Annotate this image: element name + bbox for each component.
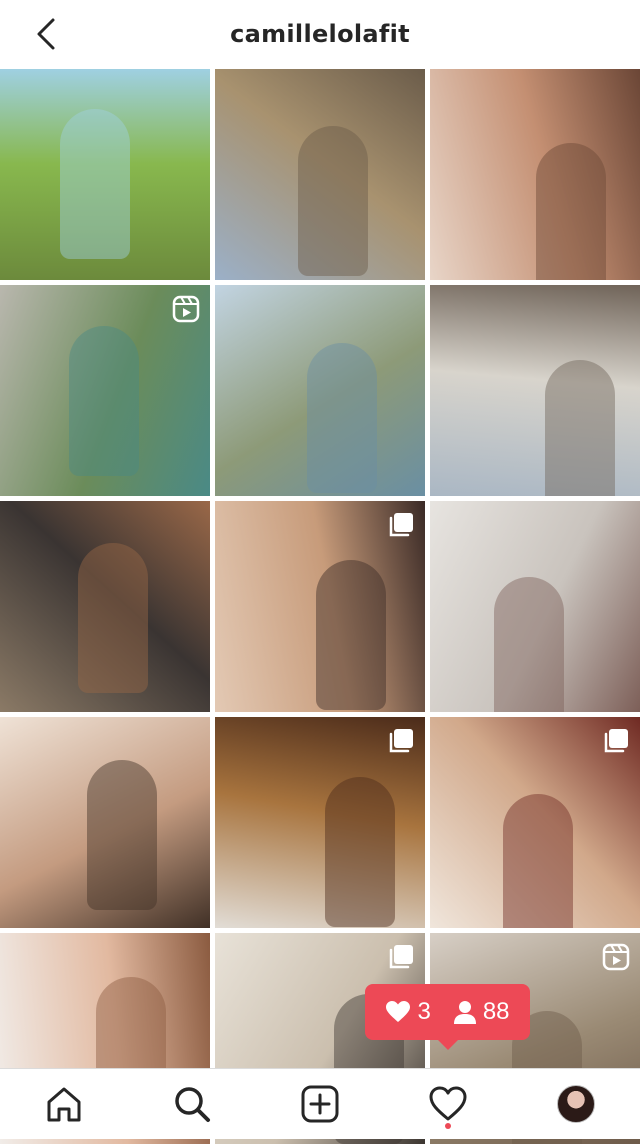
profile-avatar [557,1085,595,1123]
photo-subject [536,143,606,280]
reel-icon [172,295,200,323]
bottom-tab-bar [0,1068,640,1139]
post-label: Smoothie bowl [215,927,216,928]
post-label: Hair bun [0,927,1,928]
tab-profile[interactable] [551,1079,601,1129]
photo-subject [316,560,386,710]
carousel-icon [389,513,413,537]
followers-count-group: 88 [453,998,510,1026]
grid-post-tile[interactable]: Mirror selfie [430,501,640,712]
tab-search[interactable] [167,1079,217,1129]
grid-post-tile[interactable]: Laptop outdoors [430,285,640,496]
post-label: Smiling portrait [215,711,216,712]
post-label: Mountain view [215,279,216,280]
post-label: Mirror selfie [430,711,431,712]
post-label: Laptop outdoors [430,495,431,496]
grid-post-tile[interactable]: Hoodie by pool [215,285,425,496]
photo-subject [87,760,157,910]
photo-subject [69,326,139,476]
back-button[interactable] [28,16,64,52]
followers-count: 88 [482,998,510,1025]
carousel-icon [389,945,413,969]
photo-subject [307,343,377,493]
grid-post-tile[interactable]: Pool stretch [0,69,210,280]
grid-post-tile[interactable]: With dog [0,501,210,712]
grid-post-tile[interactable]: Smoothie bowl [215,717,425,928]
person-icon [453,1001,476,1024]
profile-username: camillelolafit [230,20,410,48]
tab-activity[interactable] [423,1079,473,1129]
activity-notification-bubble[interactable]: 3 88 [365,984,530,1050]
carousel-icon [389,729,413,753]
post-label: Portrait [430,279,431,280]
activity-unread-dot [445,1123,451,1129]
tab-new-post[interactable] [295,1079,345,1129]
carousel-icon [604,729,628,753]
likes-count: 3 [417,998,431,1025]
grid-post-tile[interactable]: Mountain view [215,69,425,280]
post-label: Pool stretch [0,279,1,280]
top-bar: camillelolafit [0,0,640,68]
add-post-icon [301,1085,339,1123]
grid-post-tile[interactable]: Portrait [430,69,640,280]
photo-subject [503,794,573,928]
post-label: With dog [0,711,1,712]
photo-subject [78,543,148,693]
likes-count-group: 3 [385,998,431,1026]
post-label: Hoodie by pool [215,495,216,496]
photo-subject [545,360,615,496]
reel-icon [602,943,630,971]
grid-post-tile[interactable]: Red sweater [430,717,640,928]
photo-grid: Pool stretch Mountain view Portrait Canyon … [0,69,640,1144]
post-label: Canyon walkway [0,495,1,496]
home-icon [47,1087,81,1122]
heart-outline-icon [429,1086,467,1121]
search-icon [175,1087,210,1122]
grid-post-tile[interactable]: Smiling portrait [215,501,425,712]
photo-subject [298,126,368,276]
photo-subject [494,577,564,712]
grid-post-tile[interactable]: Canyon walkway [0,285,210,496]
photo-subject [325,777,395,927]
chevron-left-icon [37,18,55,50]
grid-post-tile[interactable]: Hair bun [0,717,210,928]
tab-home[interactable] [39,1079,89,1129]
photo-subject [60,109,130,259]
post-label: Red sweater [430,927,431,928]
heart-filled-icon [386,1001,411,1022]
